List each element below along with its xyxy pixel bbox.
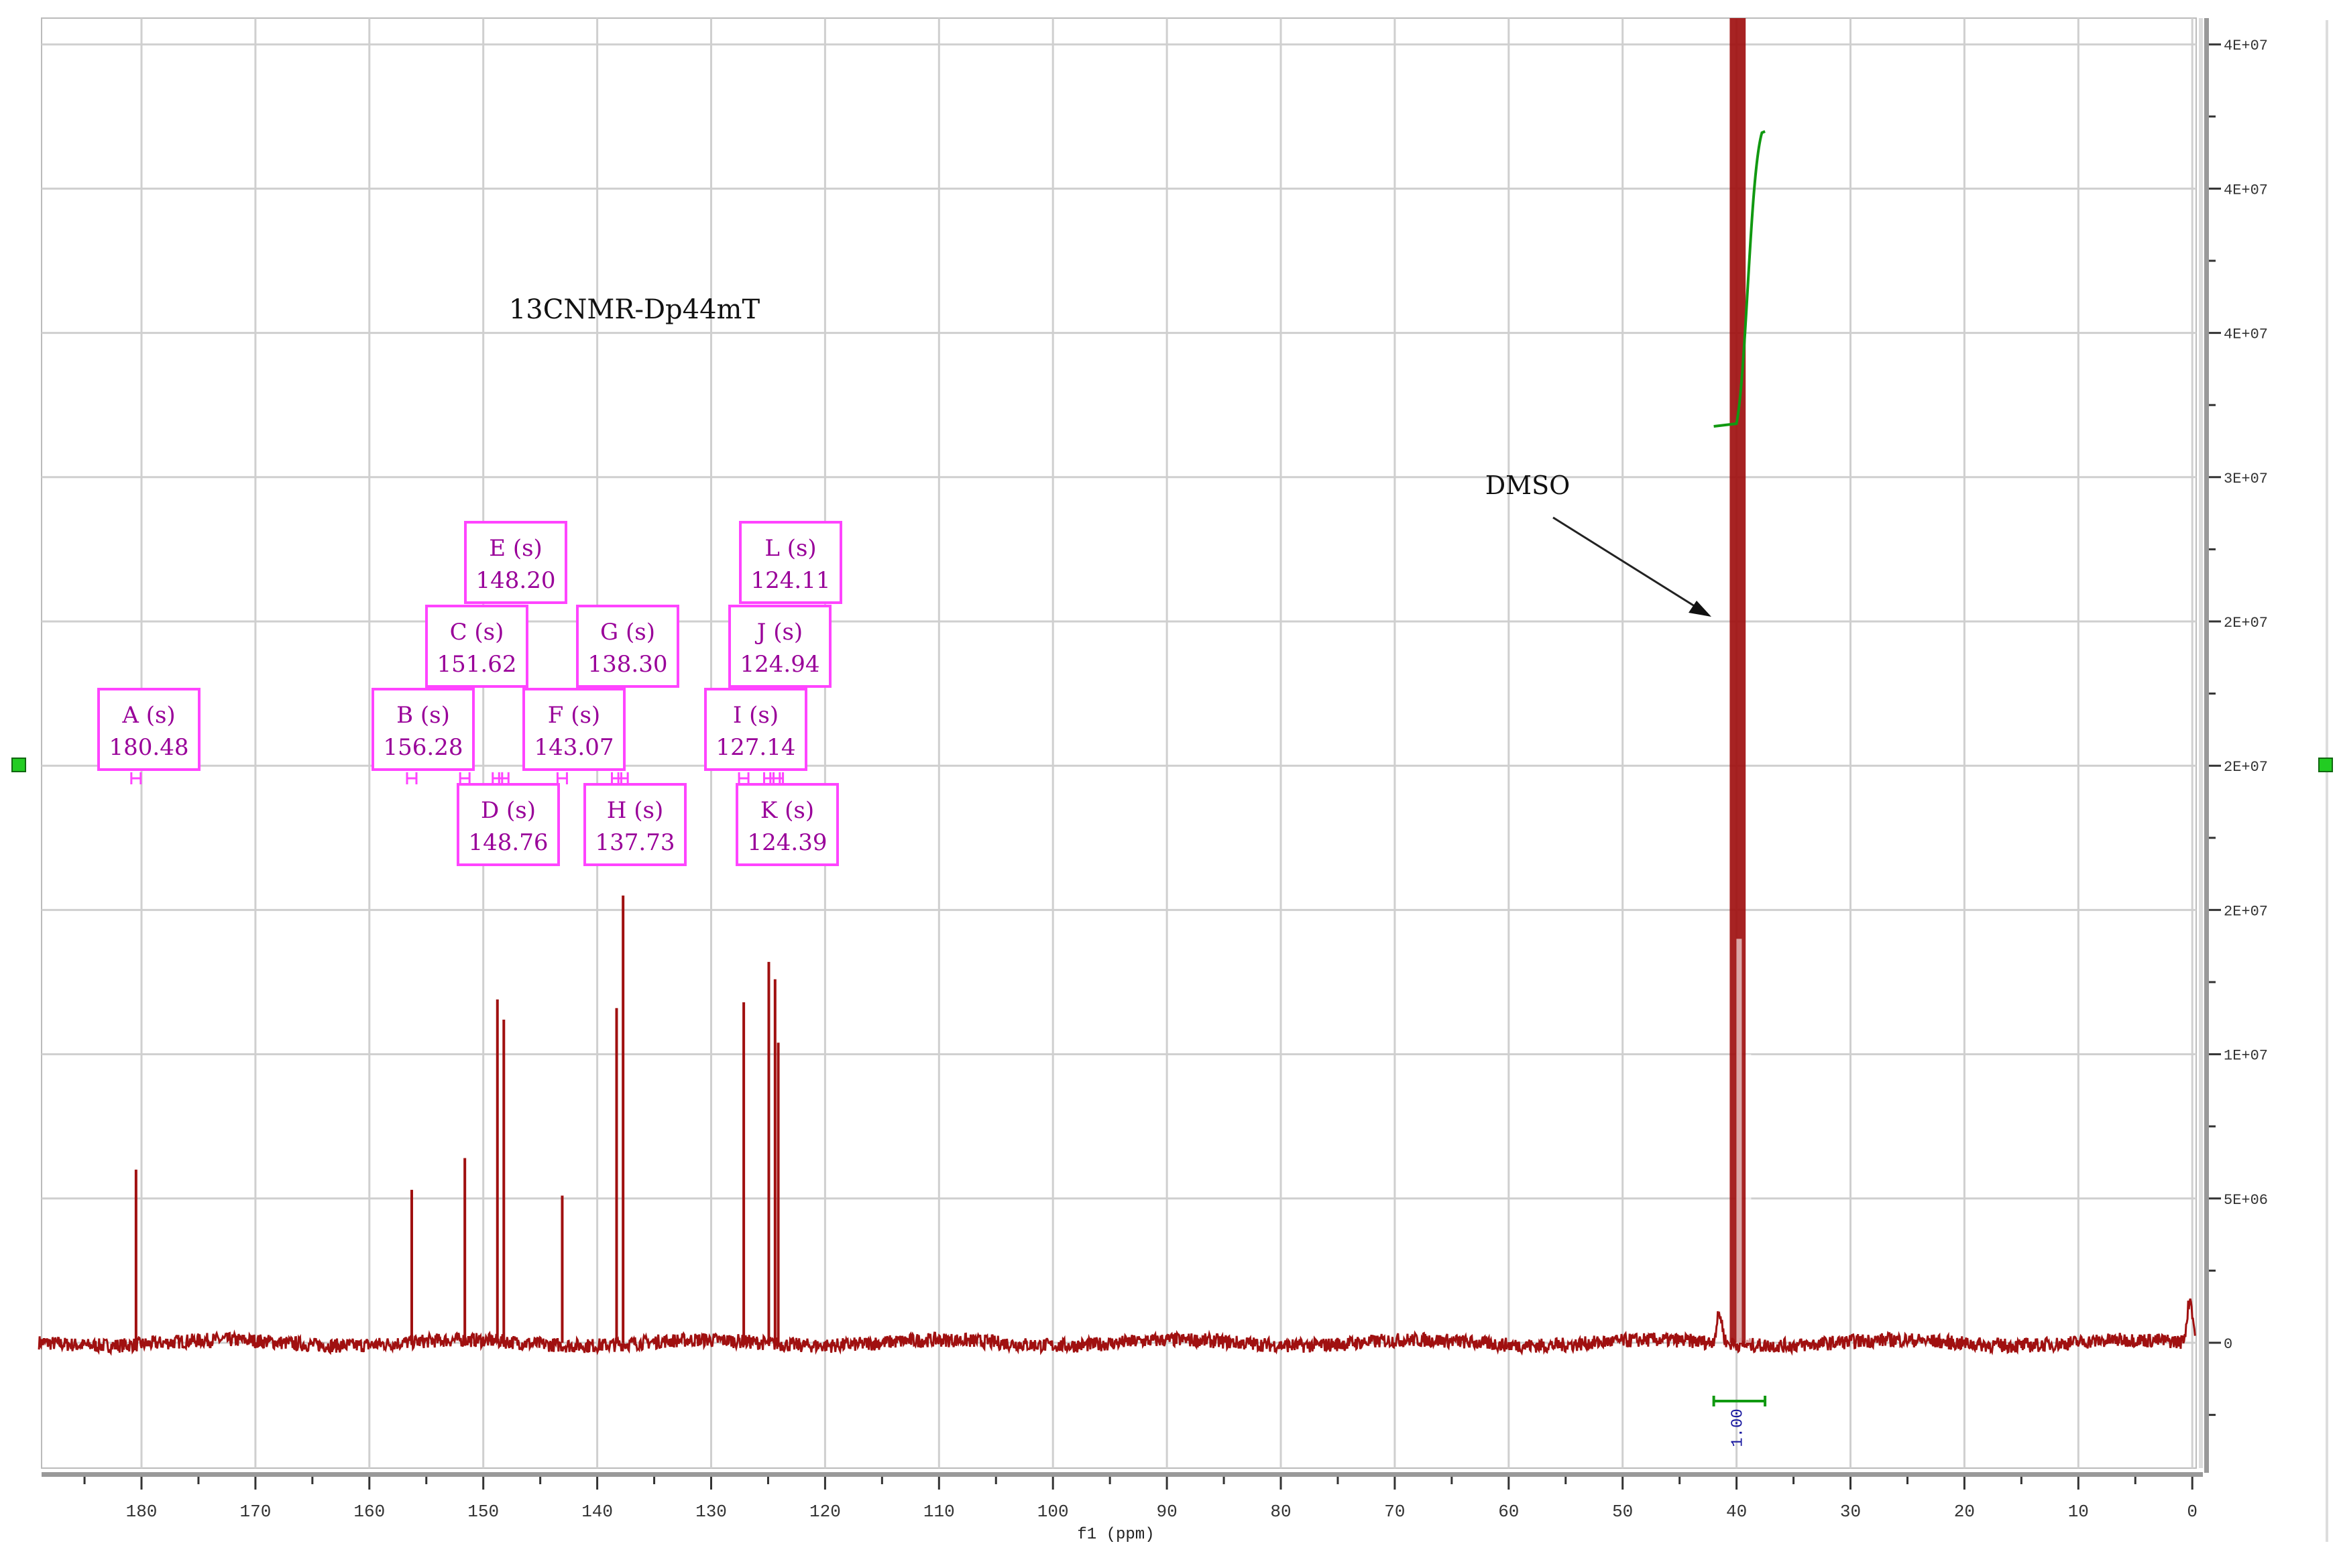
- peak-label-I: I (s) 127.14: [704, 688, 807, 784]
- peak-label-name: H (s): [607, 797, 663, 824]
- x-tick-label: 40: [1726, 1502, 1747, 1522]
- peak-label-name: I (s): [733, 702, 779, 729]
- peak-label-shift: 124.39: [748, 829, 828, 856]
- y-tick-label: 1E+07: [2224, 1048, 2268, 1065]
- peak-label-shift: 137.73: [595, 829, 675, 856]
- y-tick-label: 4E+07: [2224, 182, 2268, 198]
- peak-label-shift: 180.48: [109, 734, 189, 761]
- y-tick-label: 2E+07: [2224, 903, 2268, 920]
- chart-title: 13CNMR-Dp44mT: [509, 294, 760, 325]
- x-tick-label: 80: [1270, 1502, 1291, 1522]
- x-tick-label: 110: [923, 1502, 955, 1522]
- x-tick-label: 150: [467, 1502, 499, 1522]
- peak-label-shift: 124.94: [740, 651, 820, 678]
- peak-label-F: F (s) 143.07: [522, 688, 626, 784]
- peak-label-name: D (s): [481, 797, 536, 824]
- x-tick-label: 160: [353, 1502, 385, 1522]
- peak-label-shift: 124.11: [751, 567, 831, 594]
- y-tick-label: 4E+07: [2224, 38, 2268, 54]
- peak-label-B: B (s) 156.28: [372, 688, 475, 784]
- x-tick-label: 70: [1384, 1502, 1405, 1522]
- x-tick-label: 90: [1156, 1502, 1177, 1522]
- y-tick-label: 3E+07: [2224, 471, 2268, 487]
- solvent-label: DMSO: [1485, 471, 1571, 500]
- solvent-peak-gap: [1736, 939, 1742, 1343]
- x-tick-label: 140: [581, 1502, 613, 1522]
- y-tick-label: 2E+07: [2224, 759, 2268, 776]
- peak-label-shift: 148.20: [476, 567, 556, 594]
- x-axis-line: [42, 1472, 2203, 1477]
- x-tick-label: 30: [1840, 1502, 1861, 1522]
- peak-label-H: H (s) 137.73: [583, 772, 687, 866]
- peak-label-name: F (s): [548, 702, 600, 729]
- grid: [41, 17, 2203, 1469]
- x-tick-label: 170: [239, 1502, 271, 1522]
- right-handle[interactable]: [2318, 758, 2333, 772]
- peak-label-name: K (s): [760, 797, 814, 824]
- x-tick-label: 130: [695, 1502, 727, 1522]
- x-tick-label: 0: [2187, 1502, 2198, 1522]
- peak-label-shift: 151.62: [437, 651, 517, 678]
- peak-label-name: J (s): [755, 619, 803, 646]
- peak-label-name: E (s): [489, 535, 543, 562]
- peak-label-shift: 156.28: [384, 734, 463, 761]
- peak-label-A: A (s) 180.48: [97, 688, 201, 784]
- x-tick-label: 50: [1612, 1502, 1633, 1522]
- nmr-spectrum-chart: 1.00 A (s) 180.48 B (s) 156.28 C (s) 151.62 D …: [11, 17, 2333, 1544]
- peak-label-D: D (s) 148.76: [457, 772, 560, 866]
- peak-label-name: B (s): [396, 702, 450, 729]
- plot-area: [41, 17, 2197, 1469]
- x-tick-label: 100: [1037, 1502, 1069, 1522]
- peak-label-name: C (s): [450, 619, 504, 646]
- peak-label-shift: 127.14: [716, 734, 796, 761]
- peak-label-shift: 143.07: [534, 734, 614, 761]
- integral-value: 1.00: [1729, 1408, 1748, 1447]
- x-tick-label: 20: [1954, 1502, 1975, 1522]
- peak-label-name: L (s): [764, 535, 816, 562]
- y-axis-line: [2204, 18, 2209, 1473]
- x-tick-label: 180: [126, 1502, 158, 1522]
- x-axis-label: f1 (ppm): [1077, 1526, 1154, 1544]
- left-handle[interactable]: [11, 758, 26, 772]
- peak-label-name: G (s): [600, 619, 655, 646]
- y-tick-label: 4E+07: [2224, 326, 2268, 343]
- y-tick-label: 2E+07: [2224, 615, 2268, 631]
- x-tick-label: 60: [1498, 1502, 1519, 1522]
- peak-label-shift: 148.76: [469, 829, 549, 856]
- peak-label-K: K (s) 124.39: [736, 772, 839, 866]
- peak-label-name: A (s): [121, 702, 175, 729]
- y-tick-label: 0: [2224, 1336, 2232, 1353]
- y-tick-label: 5E+06: [2224, 1192, 2268, 1209]
- solvent-peak-gap: [1746, 1054, 1752, 1343]
- x-tick-label: 10: [2068, 1502, 2089, 1522]
- x-tick-label: 120: [809, 1502, 841, 1522]
- peak-label-shift: 138.30: [588, 651, 668, 678]
